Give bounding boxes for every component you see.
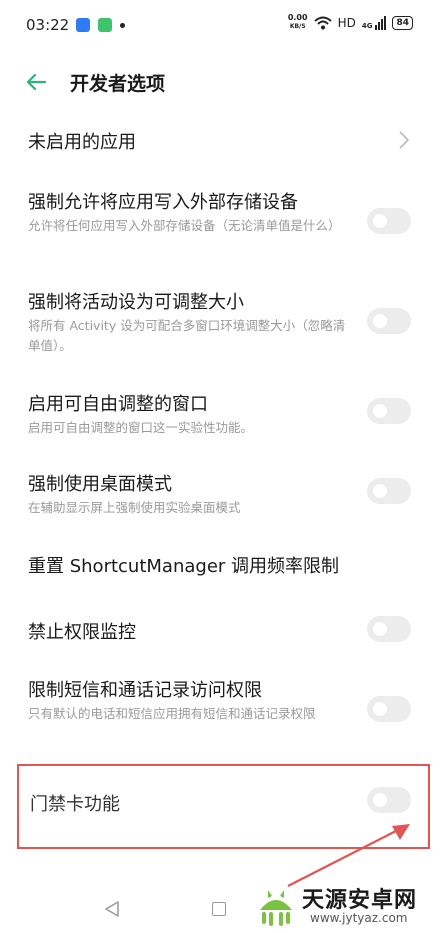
toggle-knob bbox=[373, 214, 387, 228]
message-notification-icon bbox=[76, 18, 90, 32]
toggle-switch[interactable] bbox=[367, 616, 411, 642]
hd-label: HD bbox=[337, 15, 356, 30]
setting-row-freeform-windows[interactable]: 启用可自由调整的窗口 启用可自由调整的窗口这一实验性功能。 bbox=[0, 382, 441, 446]
toggle-switch[interactable] bbox=[367, 696, 411, 722]
setting-row-force-external-storage[interactable]: 强制允许将应用写入外部存储设备 允许将任何应用写入外部存储设备（无论清单值是什么… bbox=[0, 180, 441, 266]
setting-title: 强制将活动设为可调整大小 bbox=[28, 292, 244, 313]
status-bar: 03:22 0.00 KB/S HD 4G 84 bbox=[0, 0, 441, 52]
setting-row-disable-permission-monitoring[interactable]: 禁止权限监控 bbox=[0, 606, 441, 658]
setting-subtitle: 只有默认的电话和短信应用拥有短信和通话记录权限 bbox=[28, 706, 316, 721]
toggle-switch[interactable] bbox=[367, 308, 411, 334]
setting-title: 重置 ShortcutManager 调用频率限制 bbox=[28, 556, 340, 577]
network-speed-value: 0.00 bbox=[287, 13, 308, 22]
setting-title: 启用可自由调整的窗口 bbox=[28, 394, 208, 415]
wifi-icon bbox=[313, 16, 332, 29]
setting-row-reset-shortcutmanager[interactable]: 重置 ShortcutManager 调用频率限制 bbox=[0, 540, 441, 592]
setting-row-unused-apps[interactable]: 未启用的应用 bbox=[0, 108, 441, 168]
toggle-knob bbox=[373, 622, 387, 636]
watermark-title: 天源安卓网 bbox=[302, 888, 418, 913]
back-arrow-icon[interactable] bbox=[24, 70, 48, 94]
highlight-box bbox=[17, 764, 430, 849]
watermark-logo-icon bbox=[260, 890, 292, 926]
status-time: 03:22 bbox=[26, 16, 70, 34]
setting-subtitle: 将所有 Activity 设为可配合多窗口环境调整大小（忽略清单值）。 bbox=[28, 318, 346, 353]
toggle-knob bbox=[373, 484, 387, 498]
app-notification-icon bbox=[98, 18, 112, 32]
nav-home-icon[interactable] bbox=[212, 902, 226, 916]
app-header: 开发者选项 bbox=[0, 56, 441, 108]
setting-title: 限制短信和通话记录访问权限 bbox=[28, 680, 262, 701]
more-notifications-icon bbox=[120, 23, 125, 28]
setting-row-force-resizable[interactable]: 强制将活动设为可调整大小 将所有 Activity 设为可配合多窗口环境调整大小… bbox=[0, 280, 441, 366]
toggle-knob bbox=[373, 404, 387, 418]
status-right-group: 0.00 KB/S HD 4G 84 bbox=[288, 14, 413, 31]
nav-back-icon[interactable] bbox=[104, 900, 120, 918]
setting-subtitle: 在辅助显示屏上强制使用实验桌面模式 bbox=[28, 500, 241, 515]
network-speed: 0.00 KB/S bbox=[288, 14, 308, 31]
signal-icon: 4G bbox=[361, 15, 387, 30]
signal-label: 4G bbox=[361, 21, 373, 30]
setting-title: 强制使用桌面模式 bbox=[28, 474, 172, 495]
network-speed-unit: KB/S bbox=[289, 23, 306, 30]
setting-row-desktop-mode[interactable]: 强制使用桌面模式 在辅助显示屏上强制使用实验桌面模式 bbox=[0, 462, 441, 526]
setting-title: 禁止权限监控 bbox=[28, 622, 136, 643]
setting-subtitle: 允许将任何应用写入外部存储设备（无论清单值是什么） bbox=[28, 218, 341, 233]
battery-icon: 84 bbox=[392, 15, 413, 30]
toggle-switch[interactable] bbox=[367, 208, 411, 234]
page-title: 开发者选项 bbox=[70, 73, 166, 95]
toggle-knob bbox=[373, 314, 387, 328]
setting-row-restrict-sms-call-log[interactable]: 限制短信和通话记录访问权限 只有默认的电话和短信应用拥有短信和通话记录权限 bbox=[0, 668, 441, 754]
watermark: 天源安卓网 www.jytyaz.com bbox=[250, 878, 440, 933]
setting-subtitle: 启用可自由调整的窗口这一实验性功能。 bbox=[28, 420, 254, 435]
watermark-url: www.jytyaz.com bbox=[310, 911, 408, 925]
setting-title: 强制允许将应用写入外部存储设备 bbox=[28, 192, 298, 213]
setting-title: 未启用的应用 bbox=[28, 132, 136, 153]
toggle-switch[interactable] bbox=[367, 478, 411, 504]
chevron-right-icon bbox=[399, 131, 410, 149]
toggle-knob bbox=[373, 702, 387, 716]
toggle-switch[interactable] bbox=[367, 398, 411, 424]
